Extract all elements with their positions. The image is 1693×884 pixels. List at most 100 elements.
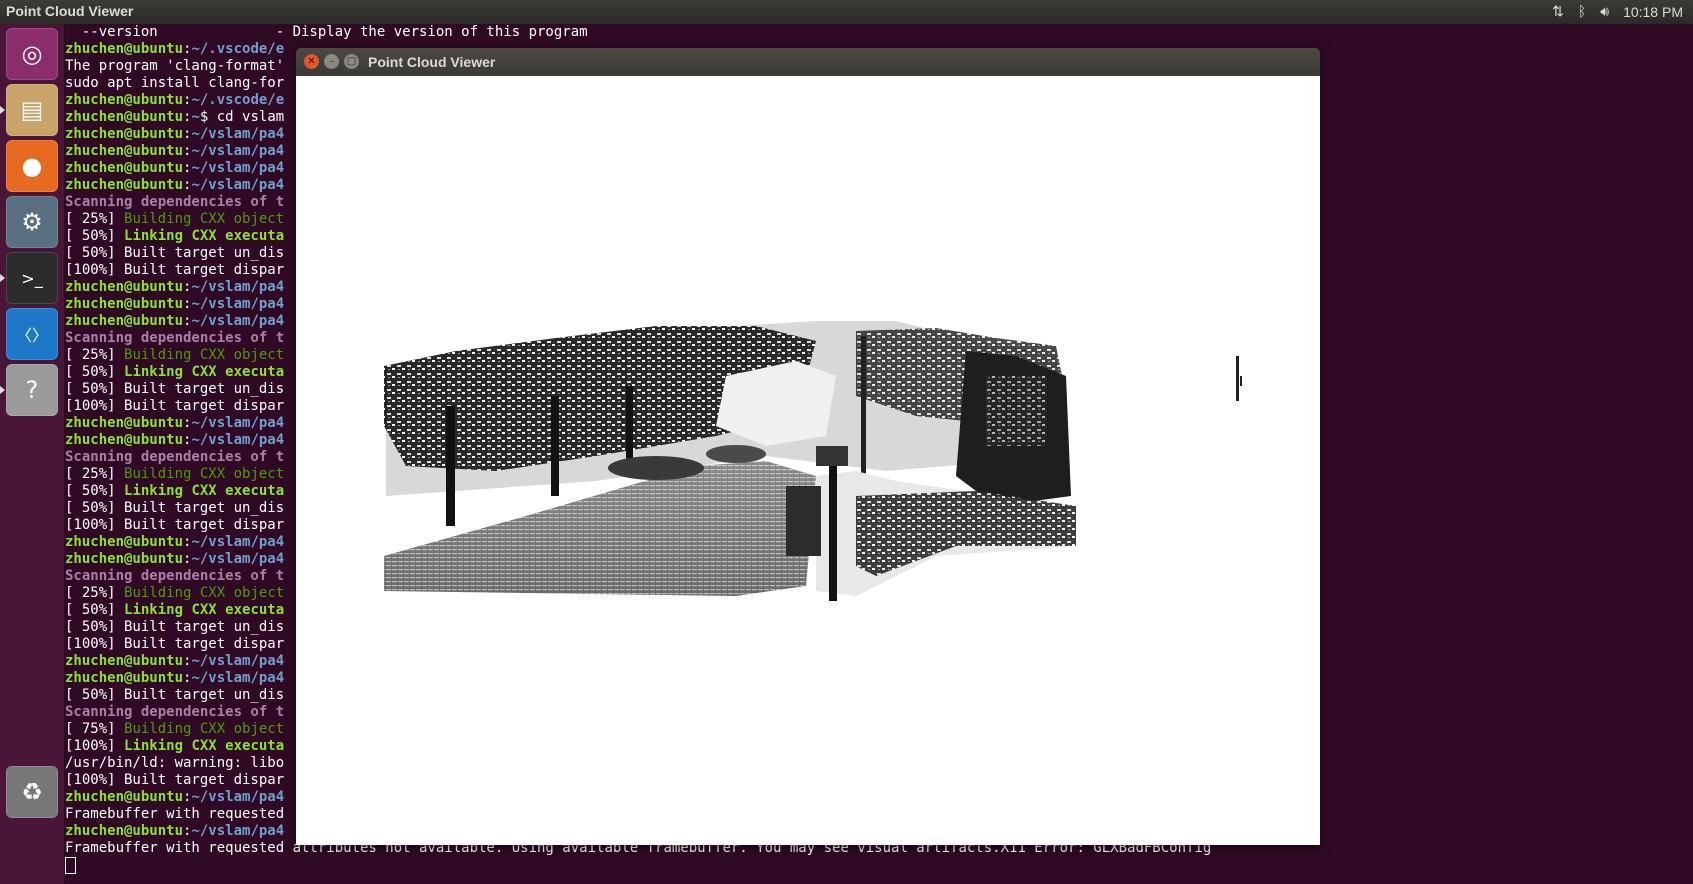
terminal-text: ~/.vscode/e	[191, 41, 285, 57]
terminal-text: zhuchen@ubuntu	[65, 296, 184, 312]
files-icon[interactable]: ▤	[6, 84, 58, 136]
trash-icon[interactable]: ♻	[6, 766, 58, 818]
terminal-text: zhuchen@ubuntu	[65, 109, 184, 125]
indicator-area: ⇅ ᛒ 🔊︎ 10:18 PM	[1552, 3, 1683, 20]
terminal-icon[interactable]: >_	[6, 252, 58, 304]
terminal-text: [100%] Built target dispar	[65, 772, 285, 788]
wall-right	[856, 491, 1076, 576]
terminal-text: Framebuffer with requested	[65, 806, 285, 822]
terminal-text: Linking CXX executa	[124, 228, 285, 244]
terminal-text: [100%]	[65, 738, 125, 754]
terminal-text: [ 50%]	[65, 364, 125, 380]
launcher: ◎ ▤ ● ⚙ >_ 〈〉? ♻	[0, 24, 65, 884]
terminal-text: [ 25%]	[65, 211, 125, 227]
terminal-text: The program 'clang-format'	[65, 58, 285, 74]
terminal-text: [100%] Built target dispar	[65, 262, 285, 278]
running-indicator	[0, 106, 5, 114]
terminal-text: [ 50%] Built target un_dis	[65, 500, 285, 516]
terminal-text: ~/.vscode/e	[191, 92, 285, 108]
terminal-text: Scanning dependencies of t	[65, 194, 285, 210]
terminal-text: $ cd vslam	[199, 109, 285, 125]
system-settings-icon[interactable]: ⚙	[6, 196, 58, 248]
terminal-text: zhuchen@ubuntu	[65, 823, 184, 839]
point-cloud-viewer-window[interactable]: ✕ – □ Point Cloud Viewer	[296, 48, 1320, 845]
terminal-line: --version - Display the version of this …	[65, 24, 1693, 41]
terminal-text: ~/vslam/pa4	[191, 143, 285, 159]
terminal-text: ~/vslam/pa4	[191, 670, 285, 686]
terminal-text: ~/vslam/pa4	[191, 653, 285, 669]
terminal-text: Linking CXX executa	[124, 483, 285, 499]
network-updown-icon[interactable]: ⇅	[1552, 3, 1564, 20]
terminal-text: ~/vslam/pa4	[191, 160, 285, 176]
terminal-text: Scanning dependencies of t	[65, 568, 285, 584]
terminal-text: ~/vslam/pa4	[191, 415, 285, 431]
terminal-text: [100%] Built target dispar	[65, 636, 285, 652]
mailbox-post	[829, 466, 837, 601]
terminal-text: zhuchen@ubuntu	[65, 653, 184, 669]
terminal-text: Scanning dependencies of t	[65, 704, 285, 720]
stray-points	[1240, 376, 1242, 386]
clock[interactable]: 10:18 PM	[1623, 4, 1683, 20]
maximize-icon[interactable]: □	[344, 54, 359, 69]
terminal-text: Building CXX object	[124, 466, 285, 482]
active-window-title: Point Cloud Viewer	[6, 3, 134, 19]
trash-bin	[786, 486, 821, 556]
terminal-text: [ 50%]	[65, 602, 125, 618]
bluetooth-icon[interactable]: ᛒ	[1578, 4, 1586, 20]
terminal-text: zhuchen@ubuntu	[65, 177, 184, 193]
terminal-text: [100%] Built target dispar	[65, 517, 285, 533]
terminal-text: Building CXX object	[124, 211, 285, 227]
terminal-text: ~/vslam/pa4	[191, 823, 285, 839]
terminal-text: Scanning dependencies of t	[65, 449, 285, 465]
street-pole	[861, 336, 866, 486]
terminal-text: Linking CXX executa	[124, 738, 285, 754]
window-titlebar[interactable]: ✕ – □ Point Cloud Viewer	[296, 48, 1320, 76]
terminal-text: zhuchen@ubuntu	[65, 160, 184, 176]
volume-icon[interactable]: 🔊︎	[1600, 4, 1609, 20]
terminal-text: [ 50%] Built target un_dis	[65, 619, 285, 635]
terminal-text: [ 25%]	[65, 585, 125, 601]
ubuntu-dash-icon[interactable]: ◎	[6, 28, 58, 80]
terminal-text: Building CXX object	[124, 585, 285, 601]
parked-car	[608, 456, 704, 480]
tree-trunk	[446, 406, 455, 526]
terminal-text: zhuchen@ubuntu	[65, 92, 184, 108]
terminal-text: --version - Display the version of this …	[65, 24, 588, 40]
terminal-text: Building CXX object	[124, 721, 285, 737]
terminal-cursor	[65, 857, 76, 874]
terminal-text: Linking CXX executa	[124, 602, 285, 618]
point-cloud-canvas[interactable]	[296, 76, 1320, 845]
terminal-text: ~/vslam/pa4	[191, 789, 285, 805]
terminal-text: ~/vslam/pa4	[191, 551, 285, 567]
terminal-text: zhuchen@ubuntu	[65, 41, 184, 57]
terminal-text: sudo apt install clang-for	[65, 75, 285, 91]
point-cloud-render[interactable]	[296, 76, 1320, 845]
close-icon[interactable]: ✕	[304, 54, 319, 69]
top-panel: Point Cloud Viewer ⇅ ᛒ 🔊︎ 10:18 PM	[0, 0, 1693, 24]
parked-car	[706, 445, 766, 463]
firefox-icon[interactable]: ●	[6, 140, 58, 192]
terminal-text: ~/vslam/pa4	[191, 432, 285, 448]
vscode-icon[interactable]: 〈〉	[6, 308, 58, 360]
running-indicator	[0, 274, 5, 282]
terminal-line	[65, 857, 1693, 874]
terminal-text: /usr/bin/ld: warning: libo	[65, 755, 285, 771]
terminal-text: zhuchen@ubuntu	[65, 143, 184, 159]
terminal-text: zhuchen@ubuntu	[65, 670, 184, 686]
minimize-icon[interactable]: –	[324, 54, 339, 69]
terminal-text: Linking CXX executa	[124, 364, 285, 380]
window-title: Point Cloud Viewer	[368, 54, 496, 70]
terminal-text: ~/vslam/pa4	[191, 177, 285, 193]
help-icon[interactable]: ?	[6, 364, 58, 416]
terminal-text: zhuchen@ubuntu	[65, 789, 184, 805]
terminal-text: zhuchen@ubuntu	[65, 279, 184, 295]
terminal-text: ~/vslam/pa4	[191, 313, 285, 329]
terminal-text: ~/vslam/pa4	[191, 126, 285, 142]
terminal-text: [ 50%] Built target un_dis	[65, 381, 285, 397]
terminal-text: ~/vslam/pa4	[191, 296, 285, 312]
terminal-text: [ 50%]	[65, 483, 125, 499]
terminal-text: ~/vslam/pa4	[191, 279, 285, 295]
terminal-text: [ 25%]	[65, 466, 125, 482]
terminal-text: [ 50%] Built target un_dis	[65, 245, 285, 261]
terminal-text: [ 75%]	[65, 721, 125, 737]
